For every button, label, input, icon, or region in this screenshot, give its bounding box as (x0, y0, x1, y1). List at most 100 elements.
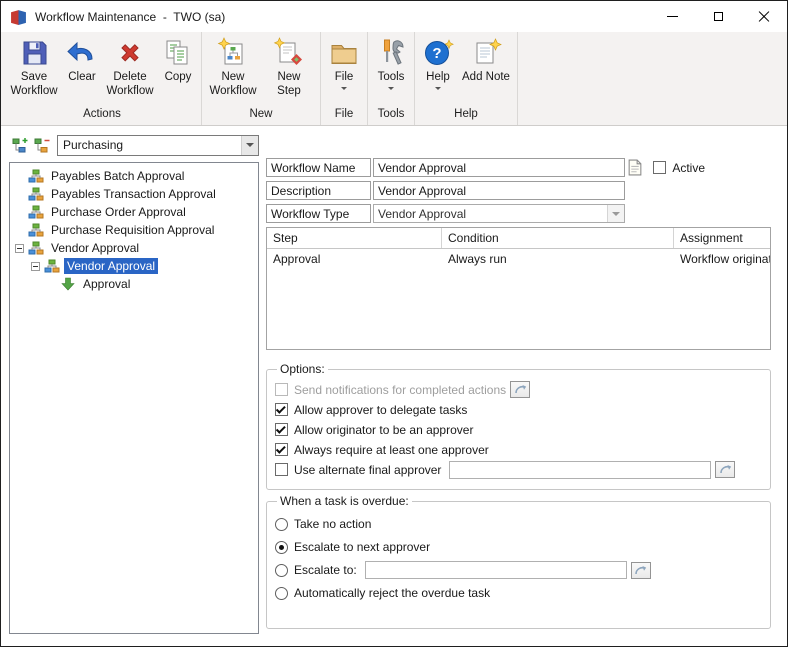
options-legend: Options: (277, 362, 328, 376)
description-row: Description Vendor Approval (266, 181, 771, 200)
workflow-detail-panel: Workflow Name Vendor Approval Active Des… (266, 158, 771, 634)
copy-button[interactable]: Copy (158, 35, 198, 85)
tree-item-label: Vendor Approval (48, 240, 142, 256)
save-workflow-label: Save Workflow (10, 71, 58, 98)
chevron-down-icon (435, 87, 441, 90)
escalate-to-input[interactable] (365, 561, 627, 579)
tree-item-payables-transaction-approval[interactable]: Payables Transaction Approval (10, 185, 258, 203)
minimize-button[interactable] (649, 1, 695, 32)
escalate-next-approver-radio[interactable] (275, 541, 288, 554)
workflow-tree: Payables Batch Approval Payables Transac… (9, 162, 259, 634)
tools-button[interactable]: Tools (371, 35, 411, 90)
new-step-button[interactable]: New Step (261, 35, 317, 98)
delete-workflow-label: Delete Workflow (106, 71, 154, 98)
alternate-approver-lookup-button[interactable] (715, 461, 735, 478)
tree-item-approval-step[interactable]: Approval (10, 275, 258, 293)
maximize-icon (714, 12, 723, 21)
send-notifications-row: Send notifications for completed actions (275, 380, 762, 399)
tree-item-vendor-approval-child[interactable]: Vendor Approval (10, 257, 258, 275)
tree-item-label: Purchase Order Approval (48, 204, 189, 220)
workflow-icon (28, 187, 44, 201)
active-checkbox[interactable] (653, 161, 666, 174)
save-workflow-button[interactable]: Save Workflow (6, 35, 62, 98)
escalate-to-row: Escalate to: (275, 560, 762, 580)
tree-item-purchase-requisition-approval[interactable]: Purchase Requisition Approval (10, 221, 258, 239)
tree-item-label: Vendor Approval (64, 258, 158, 274)
allow-originator-checkbox[interactable] (275, 423, 288, 436)
alternate-approver-row: Use alternate final approver (275, 460, 762, 479)
new-workflow-label: New Workflow (209, 71, 257, 98)
category-select-value: Purchasing (58, 138, 241, 152)
new-workflow-button[interactable]: New Workflow (205, 35, 261, 98)
clear-button[interactable]: Clear (62, 35, 102, 85)
new-workflow-icon (217, 37, 249, 69)
save-icon (18, 37, 50, 69)
tree-item-payables-batch-approval[interactable]: Payables Batch Approval (10, 167, 258, 185)
column-header-step: Step (267, 228, 442, 248)
expand-all-icon (12, 137, 28, 153)
collapse-expander[interactable] (15, 244, 24, 253)
collapse-all-button[interactable] (31, 135, 53, 155)
workflow-icon (28, 241, 44, 255)
allow-originator-label: Allow originator to be an approver (294, 423, 473, 437)
escalate-to-lookup-button[interactable] (631, 562, 651, 579)
require-approver-checkbox[interactable] (275, 443, 288, 456)
file-button[interactable]: File (324, 35, 364, 90)
minimize-icon (667, 16, 678, 17)
allow-delegate-row: Allow approver to delegate tasks (275, 400, 762, 419)
ribbon-group-label-tools: Tools (368, 106, 414, 125)
alternate-approver-input[interactable] (449, 461, 711, 479)
ribbon-group-file: File File (321, 32, 368, 125)
send-notifications-label: Send notifications for completed actions (294, 383, 506, 397)
maximize-button[interactable] (695, 1, 741, 32)
workflow-type-row: Workflow Type Vendor Approval (266, 204, 771, 223)
workflow-maintenance-window: Workflow Maintenance - TWO (sa) Save Wor… (0, 0, 788, 647)
collapse-expander[interactable] (31, 262, 40, 271)
take-no-action-label: Take no action (294, 517, 371, 531)
description-label: Description (266, 181, 371, 200)
workflow-name-row: Workflow Name Vendor Approval Active (266, 158, 771, 177)
ribbon-filler (518, 32, 787, 125)
auto-reject-radio[interactable] (275, 587, 288, 600)
window-title: Workflow Maintenance - TWO (sa) (35, 10, 225, 24)
folder-icon (328, 37, 360, 69)
close-button[interactable] (741, 1, 787, 32)
chevron-down-icon (388, 87, 394, 90)
note-button[interactable] (628, 159, 643, 177)
workflow-type-select[interactable]: Vendor Approval (373, 204, 625, 223)
delete-workflow-button[interactable]: Delete Workflow (102, 35, 158, 98)
require-approver-label: Always require at least one approver (294, 443, 489, 457)
help-icon: ? (422, 37, 454, 69)
table-row[interactable]: Approval Always run Workflow originator'… (267, 249, 770, 269)
take-no-action-row: Take no action (275, 514, 762, 534)
titlebar: Workflow Maintenance - TWO (sa) (1, 1, 787, 32)
allow-delegate-checkbox[interactable] (275, 403, 288, 416)
help-button[interactable]: ? Help (418, 35, 458, 90)
clear-label: Clear (68, 71, 95, 85)
app-icon (10, 9, 27, 24)
send-notifications-checkbox[interactable] (275, 383, 288, 396)
take-no-action-radio[interactable] (275, 518, 288, 531)
escalate-to-label: Escalate to: (294, 563, 357, 577)
alternate-approver-checkbox[interactable] (275, 463, 288, 476)
active-label: Active (672, 161, 705, 175)
description-input[interactable]: Vendor Approval (373, 181, 625, 200)
file-label: File (335, 71, 354, 85)
close-icon (758, 11, 770, 23)
add-note-button[interactable]: Add Note (458, 35, 514, 85)
chevron-down-icon (607, 205, 624, 222)
svg-text:?: ? (432, 45, 441, 62)
steps-table-header: Step Condition Assignment (267, 228, 770, 249)
active-checkbox-group: Active (653, 161, 705, 175)
tools-label: Tools (378, 71, 405, 85)
workflow-name-input[interactable]: Vendor Approval (373, 158, 625, 177)
auto-reject-row: Automatically reject the overdue task (275, 583, 762, 603)
tree-item-vendor-approval[interactable]: Vendor Approval (10, 239, 258, 257)
escalate-to-radio[interactable] (275, 564, 288, 577)
category-select[interactable]: Purchasing (57, 135, 259, 156)
ribbon-group-label-file: File (321, 106, 367, 125)
expand-all-button[interactable] (9, 135, 31, 155)
tree-item-purchase-order-approval[interactable]: Purchase Order Approval (10, 203, 258, 221)
copy-icon (162, 37, 194, 69)
notifications-expansion-button[interactable] (510, 381, 530, 398)
